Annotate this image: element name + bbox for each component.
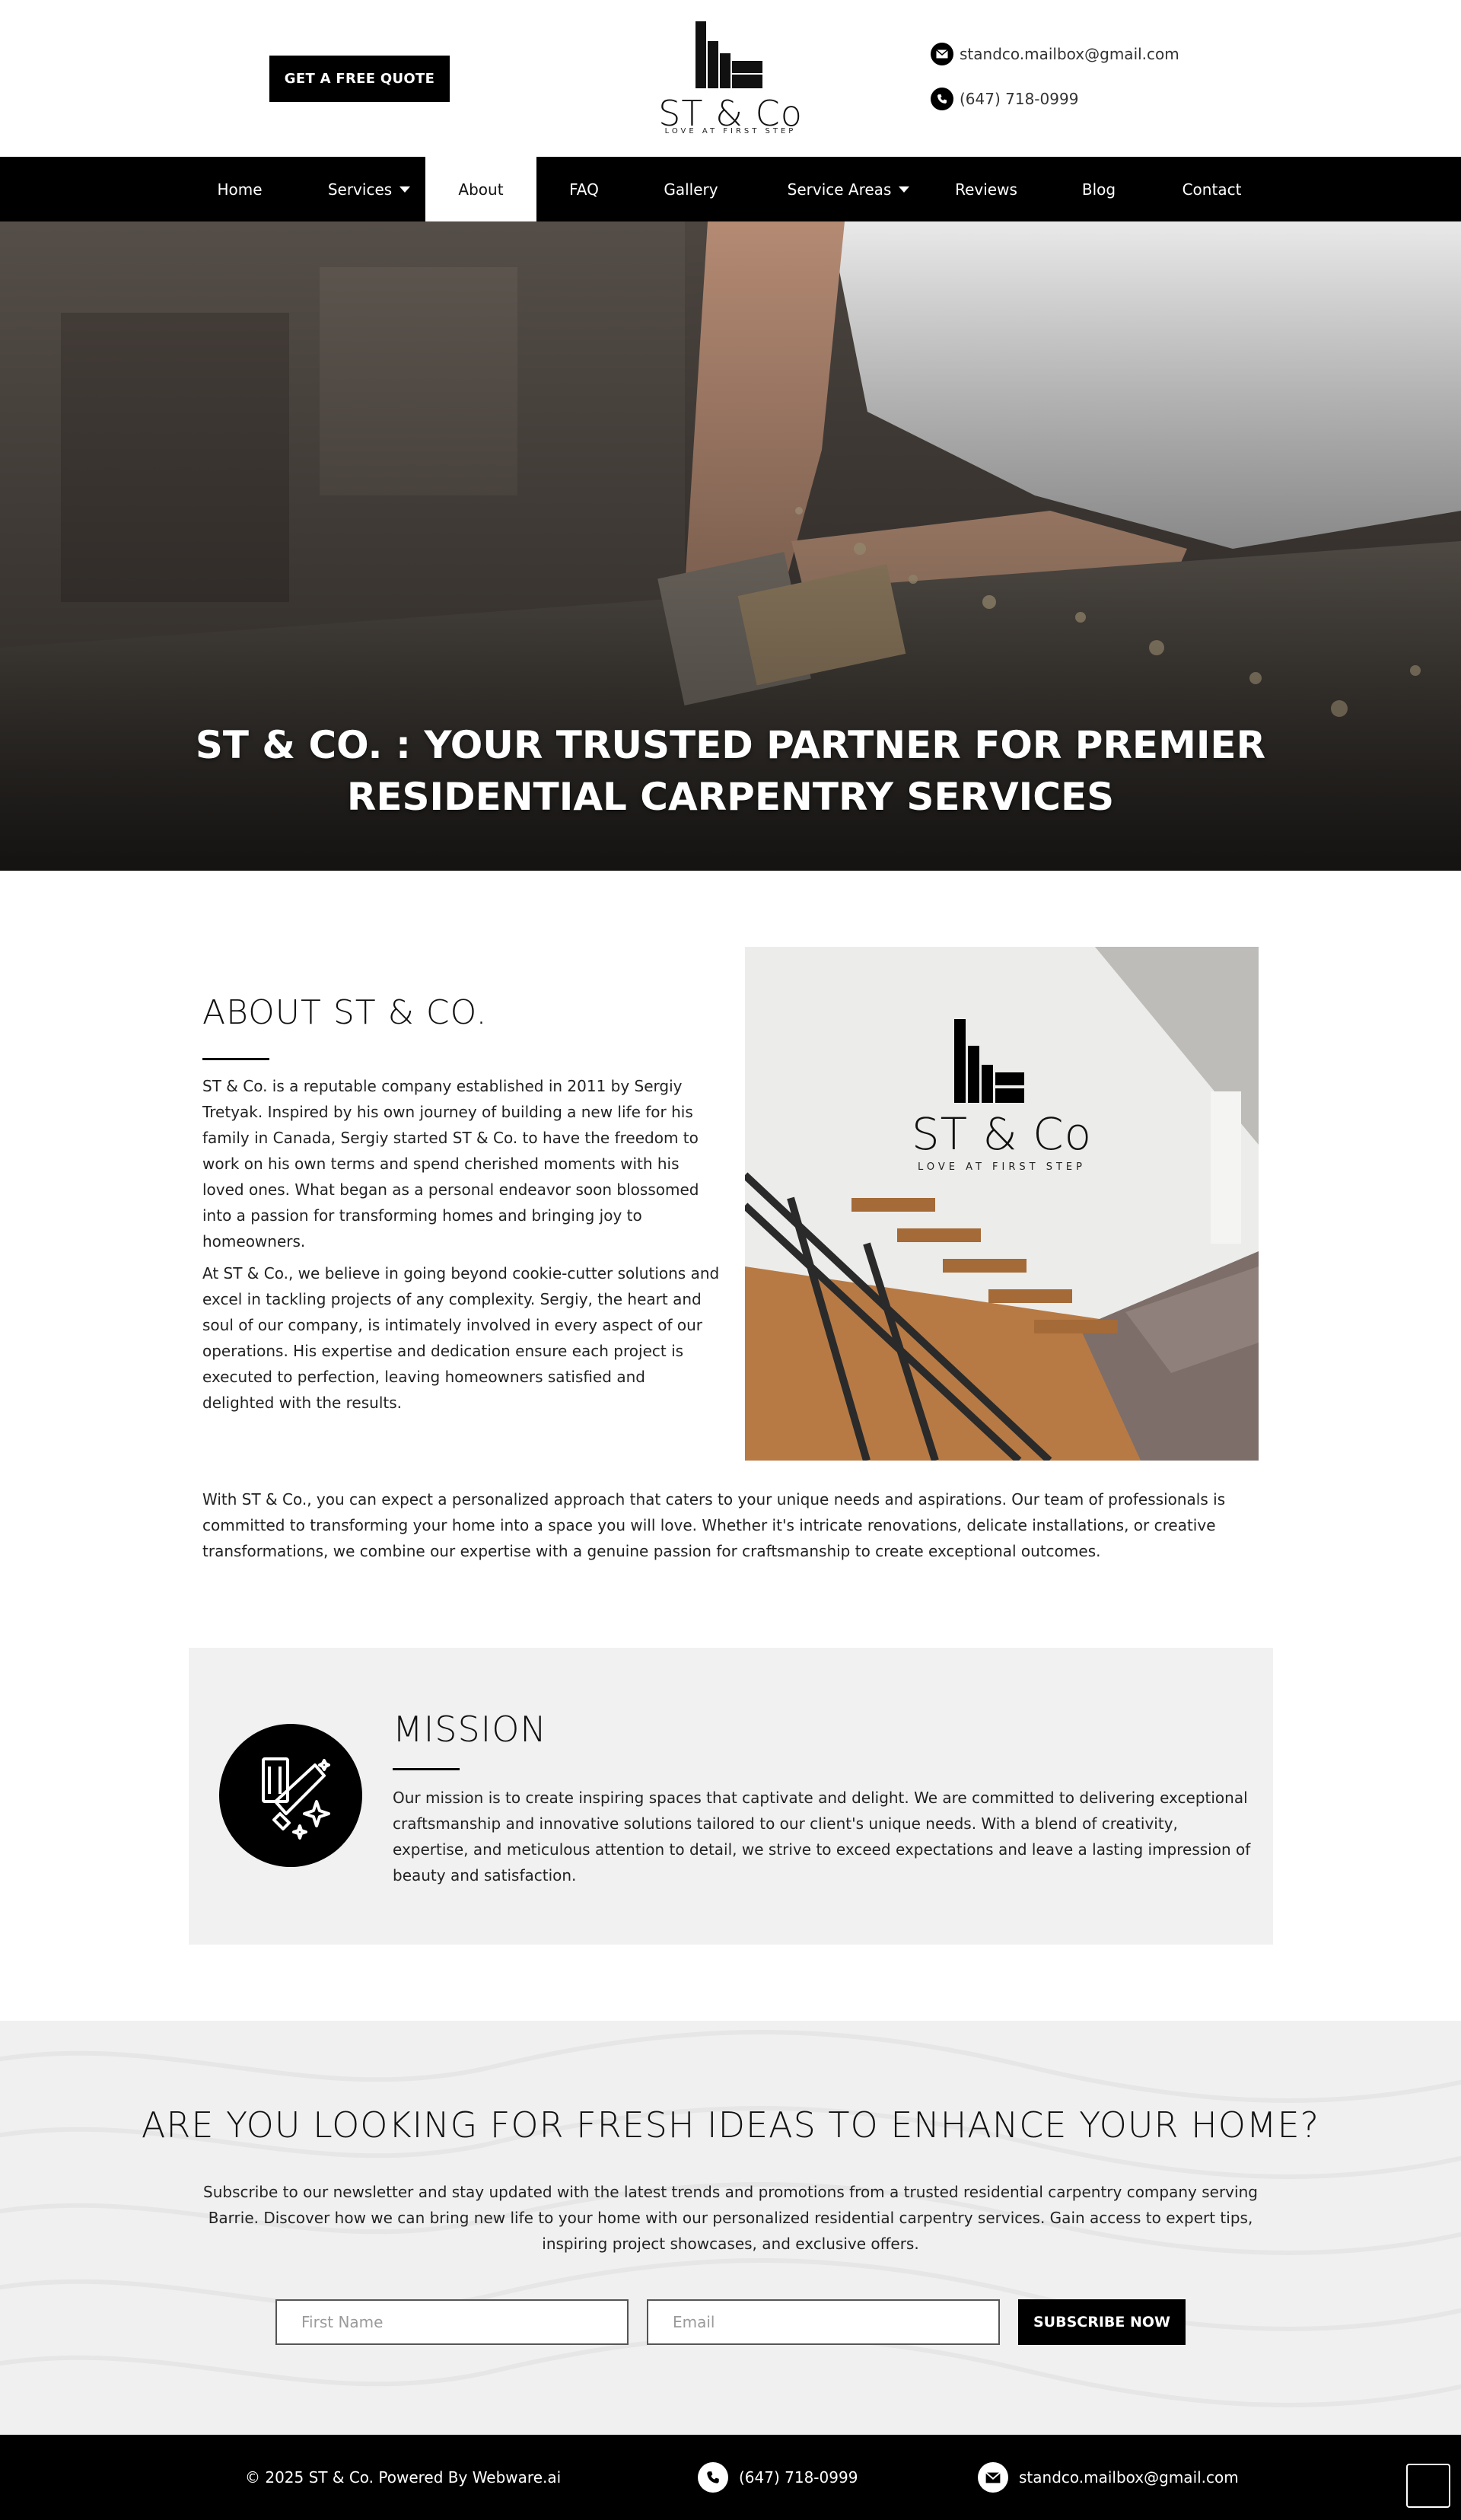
header-phone-text: (647) 718-0999 bbox=[960, 90, 1079, 108]
header-email-text: standco.mailbox@gmail.com bbox=[960, 45, 1179, 63]
photo-logo-tagline: LOVE AT FIRST STEP bbox=[918, 1161, 1086, 1173]
nav-faq[interactable]: FAQ bbox=[548, 157, 620, 221]
footer-copyright: © 2025 ST & Co. Powered By Webware.ai bbox=[245, 2468, 562, 2487]
about-heading: ABOUT ST & CO. bbox=[202, 993, 488, 1032]
scroll-to-top-button[interactable] bbox=[1406, 2464, 1450, 2508]
logo-bars-icon bbox=[695, 21, 762, 88]
mission-panel: MISSION Our mission is to create inspiri… bbox=[189, 1648, 1273, 1945]
site-header: GET A FREE QUOTE ST & Co LOVE AT FIRST S… bbox=[0, 0, 1461, 157]
chevron-down-icon bbox=[899, 186, 910, 193]
chevron-down-icon bbox=[399, 186, 411, 193]
footer-email[interactable]: standco.mailbox@gmail.com bbox=[978, 2435, 1239, 2520]
newsletter-heading: ARE YOU LOOKING FOR FRESH IDEAS TO ENHAN… bbox=[141, 2104, 1320, 2146]
staircase-illustration bbox=[745, 947, 1259, 1461]
logo-tagline: LOVE AT FIRST STEP bbox=[664, 127, 797, 135]
about-divider bbox=[202, 1058, 269, 1060]
mission-text: Our mission is to create inspiring space… bbox=[393, 1789, 1251, 1884]
mail-icon bbox=[931, 43, 953, 65]
about-paragraph-1: ST & Co. is a reputable company establis… bbox=[202, 1077, 699, 1250]
photo-logo-text: ST & Co bbox=[911, 1108, 1093, 1160]
nav-contact[interactable]: Contact bbox=[1164, 157, 1259, 221]
header-phone[interactable]: (647) 718-0999 bbox=[931, 88, 1078, 110]
site-footer: © 2025 ST & Co. Powered By Webware.ai (6… bbox=[0, 2435, 1461, 2520]
footer-phone[interactable]: (647) 718-0999 bbox=[698, 2435, 858, 2520]
phone-icon bbox=[698, 2462, 728, 2493]
newsletter-text: Subscribe to our newsletter and stay upd… bbox=[203, 2183, 1258, 2253]
mission-icon-circle bbox=[219, 1724, 362, 1867]
site-logo[interactable]: ST & Co LOVE AT FIRST STEP bbox=[647, 18, 814, 140]
saw-icon bbox=[262, 1757, 330, 1840]
nav-gallery[interactable]: Gallery bbox=[645, 157, 737, 221]
mission-heading: MISSION bbox=[393, 1709, 547, 1750]
hero-banner: ST & CO. : YOUR TRUSTED PARTNER FOR PREM… bbox=[0, 221, 1461, 871]
phone-icon bbox=[931, 88, 953, 110]
about-paragraph-2: At ST & Co., we believe in going beyond … bbox=[202, 1264, 720, 1412]
main-navigation: Home Services About FAQ Gallery Service … bbox=[0, 157, 1461, 221]
about-staircase-image: ST & Co LOVE AT FIRST STEP bbox=[745, 947, 1259, 1461]
nav-about[interactable]: About bbox=[425, 157, 536, 221]
newsletter-section: ARE YOU LOOKING FOR FRESH IDEAS TO ENHAN… bbox=[0, 2021, 1461, 2435]
nav-home[interactable]: Home bbox=[198, 157, 282, 221]
nav-blog[interactable]: Blog bbox=[1061, 157, 1137, 221]
first-name-input[interactable]: First Name bbox=[275, 2299, 629, 2345]
subscribe-button[interactable]: SUBSCRIBE NOW bbox=[1018, 2299, 1186, 2345]
nav-service-areas[interactable]: Service Areas bbox=[769, 157, 928, 221]
email-input[interactable]: Email bbox=[647, 2299, 1000, 2345]
nav-services[interactable]: Services bbox=[308, 157, 430, 221]
header-email[interactable]: standco.mailbox@gmail.com bbox=[931, 43, 1179, 65]
mail-icon bbox=[978, 2462, 1008, 2493]
about-paragraph-3: With ST & Co., you can expect a personal… bbox=[202, 1490, 1226, 1560]
free-quote-button[interactable]: GET A FREE QUOTE bbox=[269, 56, 450, 102]
mission-divider bbox=[393, 1768, 460, 1770]
hero-title: ST & CO. : YOUR TRUSTED PARTNER FOR PREM… bbox=[195, 723, 1266, 819]
nav-reviews[interactable]: Reviews bbox=[941, 157, 1032, 221]
